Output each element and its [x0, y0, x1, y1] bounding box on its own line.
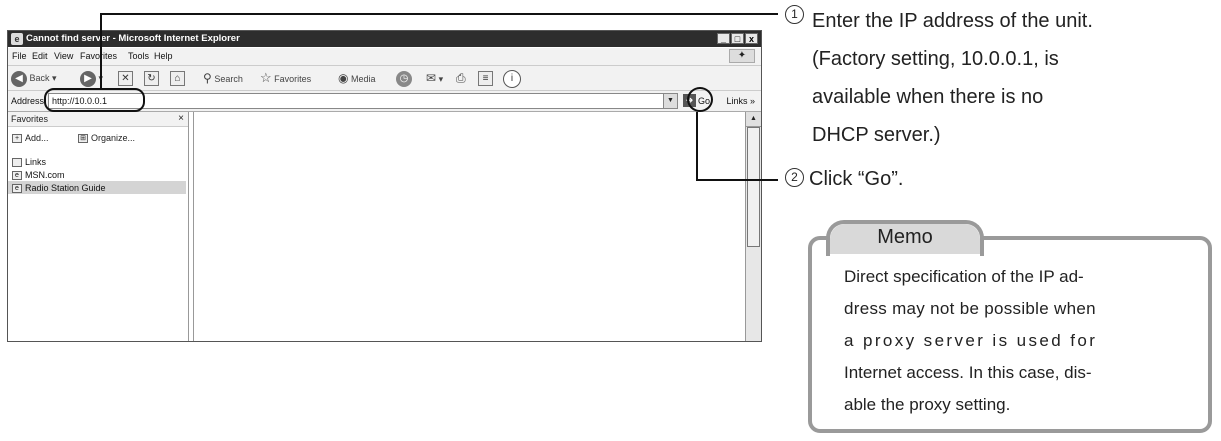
window-controls: _ □ x: [716, 33, 758, 49]
favorite-label: MSN.com: [25, 170, 65, 180]
browser-window: e Cannot find server - Microsoft Interne…: [7, 30, 762, 342]
folder-icon: [12, 158, 22, 168]
menu-view[interactable]: View: [54, 48, 73, 65]
step-1-line: available when there is no: [812, 86, 1044, 108]
memo-line: dress may not be possible when: [844, 299, 1096, 318]
edit-icon: ≡: [478, 71, 493, 87]
page-content: [193, 112, 742, 341]
step-1-line: Enter the IP address of the unit.: [812, 10, 1093, 32]
back-button[interactable]: ◀ Back ▾: [11, 69, 57, 87]
stop-icon: ✕: [118, 71, 133, 87]
step-2-number: 2: [785, 168, 804, 188]
step-1-marker: 1: [785, 5, 809, 28]
info-icon: i: [503, 69, 521, 88]
refresh-button[interactable]: ↻: [144, 69, 159, 87]
star-icon: ☆: [260, 70, 272, 85]
links-button[interactable]: Links »: [726, 94, 755, 108]
media-label: Media: [351, 74, 376, 84]
step-1-line: DHCP server.): [812, 124, 941, 146]
menu-help[interactable]: Help: [154, 48, 173, 65]
favorites-header: Favorites ×: [8, 112, 188, 127]
search-icon: ⚲: [203, 71, 212, 85]
minimize-button[interactable]: _: [717, 33, 730, 44]
ie-logo-icon: e: [11, 33, 23, 45]
forward-button[interactable]: ▶ ▾: [80, 69, 103, 87]
print-icon: ⎙: [456, 71, 466, 85]
favorite-item-radio[interactable]: e Radio Station Guide: [12, 182, 106, 194]
stop-button[interactable]: ✕: [118, 69, 133, 87]
page-icon: e: [12, 184, 22, 194]
media-icon: ◉: [338, 71, 349, 85]
memo-title: Memo: [877, 226, 933, 248]
mail-icon: ✉: [426, 71, 437, 85]
step-1-text: Enter the IP address of the unit. (Facto…: [812, 2, 1212, 154]
memo-line: Internet access. In this case, dis-: [844, 363, 1092, 382]
step-1-number: 1: [785, 5, 804, 25]
menu-favorites[interactable]: Favorites: [80, 48, 117, 65]
step-1-line: (Factory setting, 10.0.0.1, is: [812, 48, 1059, 70]
address-dropdown-icon[interactable]: ▼: [663, 94, 677, 108]
menu-tools[interactable]: Tools: [128, 48, 149, 65]
favorites-button[interactable]: ☆ Favorites: [260, 69, 311, 87]
favorites-actions: + Add... ⊞ Organize...: [8, 128, 188, 148]
organize-favorites-button[interactable]: ⊞ Organize...: [78, 128, 135, 148]
address-label: Address: [11, 96, 45, 106]
menu-bar: File Edit View Favorites Tools Help ✦: [8, 48, 761, 66]
step-2-text: Click “Go”.: [809, 168, 904, 190]
back-label: Back: [29, 73, 50, 83]
menu-edit[interactable]: Edit: [32, 48, 48, 65]
history-icon: ◷: [396, 70, 412, 87]
links-label: Links: [726, 96, 748, 106]
add-favorite-icon: +: [12, 134, 22, 144]
search-label: Search: [214, 74, 243, 84]
close-pane-icon[interactable]: ×: [178, 112, 184, 126]
memo-body: Direct specification of the IP ad- dress…: [844, 261, 1194, 421]
favorites-pane: Favorites × + Add... ⊞ Organize... Links e…: [8, 112, 189, 341]
favorite-label: Radio Station Guide: [25, 183, 106, 193]
favorite-item-msn[interactable]: e MSN.com: [12, 169, 65, 181]
menu-file[interactable]: File: [12, 48, 27, 65]
home-icon: ⌂: [170, 71, 185, 87]
windows-flag-icon: ✦: [729, 49, 755, 63]
go-highlight-oval: [687, 87, 713, 112]
forward-arrow-icon: ▶: [80, 70, 96, 87]
media-button[interactable]: ◉ Media: [338, 69, 376, 87]
mail-button[interactable]: ✉ ▾: [426, 69, 443, 87]
favorite-label: Links: [25, 157, 47, 167]
favorites-pane-title: Favorites: [11, 114, 49, 124]
refresh-icon: ↻: [144, 71, 159, 87]
organize-icon: ⊞: [78, 134, 88, 144]
memo-line: Direct specification of the IP ad-: [844, 267, 1084, 286]
home-button[interactable]: ⌂: [170, 69, 185, 87]
scroll-up-icon[interactable]: ▲: [746, 112, 761, 127]
maximize-button[interactable]: □: [731, 33, 744, 44]
favorites-label: Favorites: [274, 74, 312, 84]
address-highlight-oval: [44, 88, 145, 112]
memo-line: able the proxy setting.: [844, 395, 1011, 414]
info-button[interactable]: i: [503, 69, 521, 88]
history-button[interactable]: ◷: [396, 69, 412, 87]
vertical-scrollbar[interactable]: ▲: [745, 112, 761, 341]
close-window-button[interactable]: x: [745, 33, 758, 44]
back-arrow-icon: ◀: [11, 70, 27, 87]
print-button[interactable]: ⎙: [456, 69, 466, 87]
memo-line: a proxy server is used for: [844, 331, 1098, 350]
add-label: Add...: [25, 133, 49, 143]
title-bar: e Cannot find server - Microsoft Interne…: [8, 31, 761, 47]
edit-button[interactable]: ≡: [478, 69, 493, 87]
favorite-item-links[interactable]: Links: [12, 156, 46, 168]
search-button[interactable]: ⚲ Search: [203, 69, 243, 87]
organize-label: Organize...: [91, 133, 136, 143]
scroll-thumb[interactable]: [747, 127, 760, 247]
add-favorite-button[interactable]: + Add...: [12, 128, 49, 148]
window-title: Cannot find server - Microsoft Internet …: [26, 33, 240, 44]
page-icon: e: [12, 171, 22, 181]
step-2-marker: 2 Click “Go”.: [785, 168, 903, 191]
